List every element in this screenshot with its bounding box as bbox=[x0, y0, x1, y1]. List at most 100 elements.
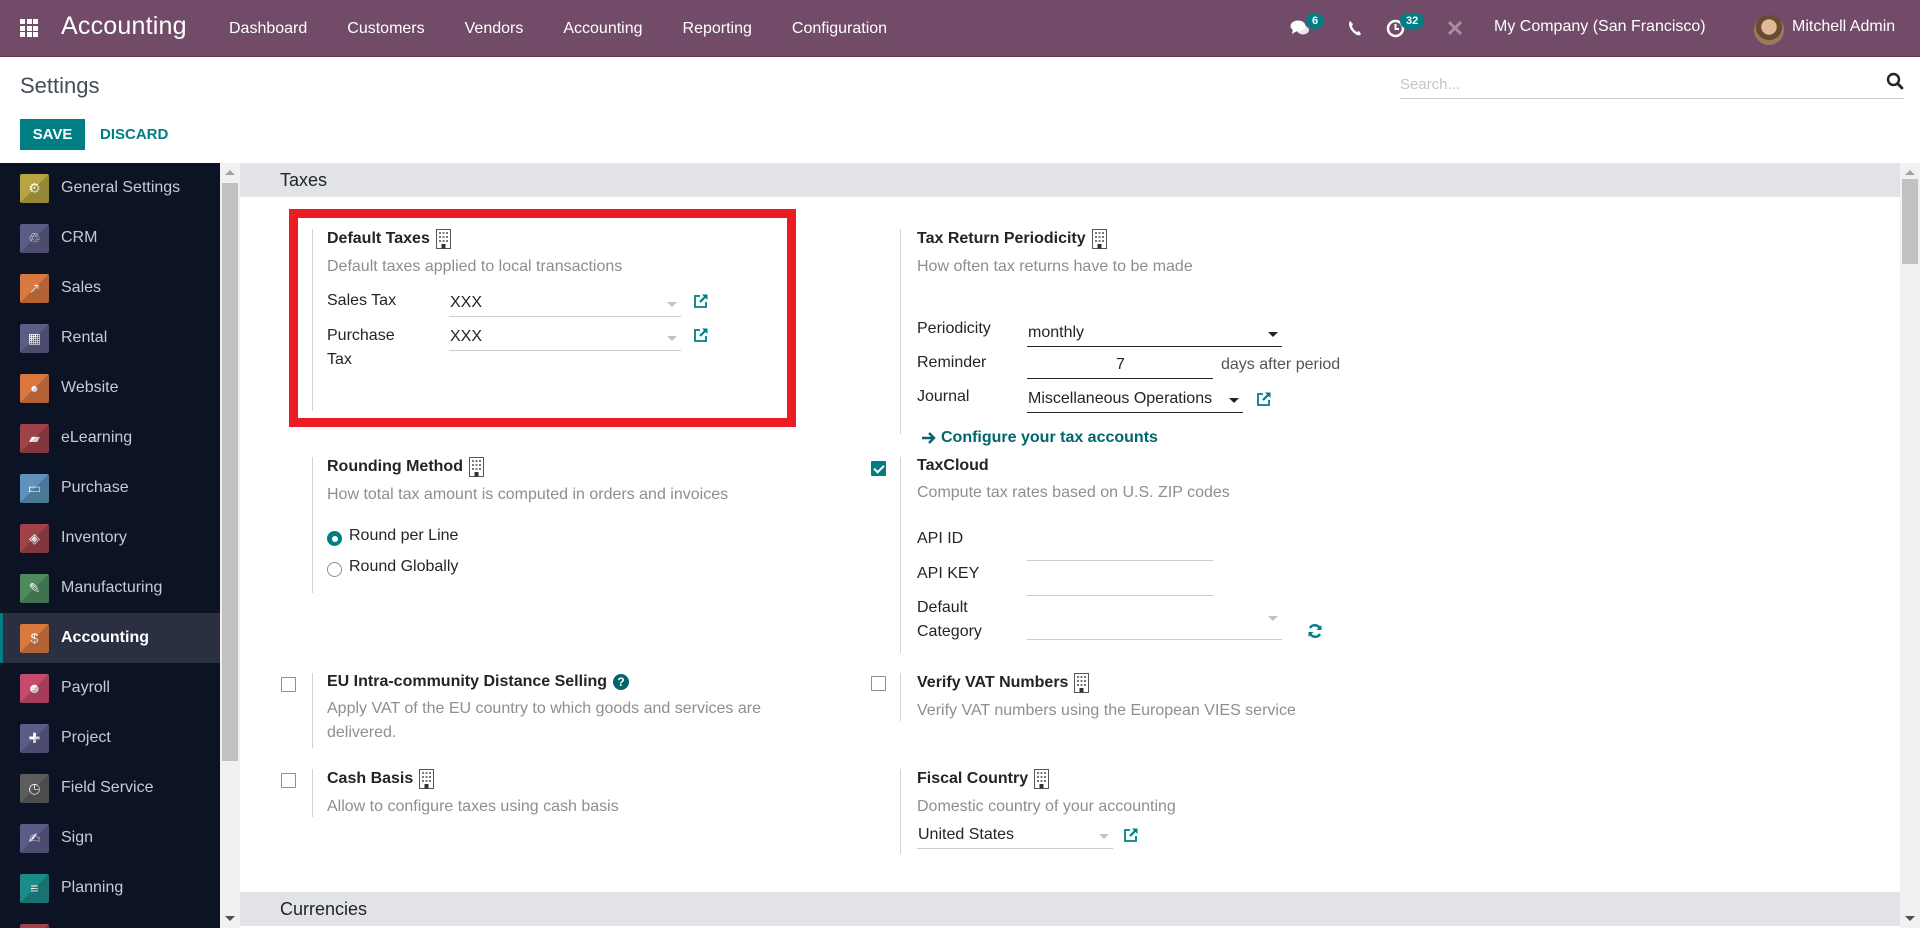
help-question-icon[interactable]: ? bbox=[613, 674, 630, 690]
rounding-title: Rounding Method bbox=[327, 458, 463, 475]
phone-icon[interactable] bbox=[1348, 20, 1362, 36]
content-scrollbar[interactable] bbox=[1900, 163, 1920, 928]
cash-basis-desc: Allow to configure taxes using cash basi… bbox=[327, 798, 619, 815]
setting-tax-return-periodicity: Tax Return Periodicity How often tax ret… bbox=[900, 229, 1460, 446]
menu-customers[interactable]: Customers bbox=[347, 20, 424, 38]
sidebar-item-accounting[interactable]: $ Accounting bbox=[0, 613, 220, 663]
search-icon[interactable] bbox=[1886, 72, 1904, 90]
company-building-icon bbox=[435, 229, 451, 249]
company-switcher[interactable]: My Company (San Francisco) bbox=[1494, 18, 1706, 36]
round-globally-label[interactable]: Round Globally bbox=[349, 558, 458, 576]
setting-cash-basis: Cash Basis Allow to configure taxes usin… bbox=[312, 769, 772, 817]
company-building-icon bbox=[468, 457, 484, 477]
sidebar-item-crm[interactable]: ♲ CRM bbox=[0, 213, 220, 263]
debug-tools-icon[interactable] bbox=[1447, 20, 1463, 36]
round-per-line-label[interactable]: Round per Line bbox=[349, 527, 458, 545]
messages-badge: 6 bbox=[1306, 13, 1325, 29]
external-link-icon[interactable] bbox=[693, 293, 709, 309]
reminder-input[interactable]: 7 bbox=[1027, 353, 1213, 379]
payroll-icon: ☻ bbox=[20, 673, 49, 703]
menu-accounting[interactable]: Accounting bbox=[563, 20, 642, 38]
menu-vendors[interactable]: Vendors bbox=[465, 20, 524, 38]
external-link-icon[interactable] bbox=[693, 327, 709, 343]
settings-search bbox=[1400, 70, 1904, 99]
verify-vat-checkbox[interactable] bbox=[871, 676, 886, 691]
purchase-tax-select[interactable]: XXX bbox=[449, 325, 681, 351]
setting-default-taxes: Default Taxes Default taxes applied to l… bbox=[312, 229, 772, 411]
search-input[interactable] bbox=[1400, 70, 1860, 98]
sidebar-item-field-service[interactable]: ◷ Field Service bbox=[0, 763, 220, 813]
apps-menu-icon[interactable] bbox=[20, 19, 38, 37]
default-taxes-title: Default Taxes bbox=[327, 230, 430, 247]
sidebar-item-inventory[interactable]: ◈ Inventory bbox=[0, 513, 220, 563]
chevron-down-icon bbox=[667, 336, 677, 341]
save-button[interactable]: SAVE bbox=[20, 119, 85, 150]
chevron-down-icon bbox=[1268, 332, 1278, 337]
scroll-down-arrow[interactable] bbox=[225, 916, 235, 921]
company-building-icon bbox=[1091, 229, 1107, 249]
purchase-tax-value: XXX bbox=[450, 328, 483, 345]
scroll-thumb[interactable] bbox=[1902, 179, 1918, 264]
radio-round-globally[interactable] bbox=[327, 562, 342, 577]
scroll-thumb[interactable] bbox=[222, 183, 238, 761]
sidebar-item-rental[interactable]: ▦ Rental bbox=[0, 313, 220, 363]
sidebar-item-purchase[interactable]: ▭ Purchase bbox=[0, 463, 220, 513]
reminder-suffix: days after period bbox=[1221, 356, 1341, 373]
tax-return-desc: How often tax returns have to be made bbox=[917, 258, 1193, 275]
sidebar-item-planning[interactable]: ≡ Planning bbox=[0, 863, 220, 913]
scroll-up-arrow[interactable] bbox=[1905, 170, 1915, 175]
reminder-value: 7 bbox=[1116, 356, 1125, 373]
fiscal-country-title: Fiscal Country bbox=[917, 770, 1029, 787]
refresh-icon[interactable] bbox=[1307, 623, 1323, 639]
sidebar-item-sales[interactable]: ↗ Sales bbox=[0, 263, 220, 313]
setting-fiscal-country: Fiscal Country Domestic country of your … bbox=[900, 769, 1460, 854]
external-link-icon[interactable] bbox=[1256, 391, 1272, 407]
sales-tax-select[interactable]: XXX bbox=[449, 291, 681, 317]
discard-button[interactable]: DISCARD bbox=[100, 119, 168, 150]
api-id-input[interactable] bbox=[1027, 535, 1213, 561]
user-menu[interactable]: Mitchell Admin bbox=[1792, 18, 1895, 36]
sidebar-item-label: Sign bbox=[61, 829, 94, 846]
sidebar-item-more[interactable] bbox=[0, 913, 220, 928]
sidebar-item-project[interactable]: ✚ Project bbox=[0, 713, 220, 763]
eu-distance-desc: Apply VAT of the EU country to which goo… bbox=[327, 700, 761, 741]
sidebar-scrollbar[interactable] bbox=[220, 163, 240, 928]
sidebar-item-sign[interactable]: ✍ Sign bbox=[0, 813, 220, 863]
sidebar-item-label: eLearning bbox=[61, 429, 133, 446]
api-key-input[interactable] bbox=[1027, 570, 1213, 596]
fiscal-country-desc: Domestic country of your accounting bbox=[917, 798, 1176, 815]
sidebar-item-elearning[interactable]: ▰ eLearning bbox=[0, 413, 220, 463]
menu-configuration[interactable]: Configuration bbox=[792, 20, 887, 38]
taxcloud-checkbox[interactable] bbox=[871, 461, 886, 476]
default-category-select[interactable] bbox=[1027, 614, 1282, 640]
verify-vat-desc: Verify VAT numbers using the European VI… bbox=[917, 702, 1296, 719]
fiscal-country-value: United States bbox=[918, 826, 1015, 843]
eu-distance-selling-checkbox[interactable] bbox=[281, 677, 296, 692]
user-avatar[interactable] bbox=[1754, 15, 1784, 45]
app-icon bbox=[20, 923, 49, 928]
radio-round-per-line[interactable] bbox=[327, 531, 342, 546]
presentation-icon: ▰ bbox=[20, 423, 49, 453]
menu-dashboard[interactable]: Dashboard bbox=[229, 20, 307, 38]
configure-tax-accounts-link[interactable]: Configure your tax accounts bbox=[921, 429, 1158, 447]
field-service-icon: ◷ bbox=[20, 773, 49, 803]
fiscal-country-select[interactable]: United States bbox=[917, 823, 1113, 849]
scroll-down-arrow[interactable] bbox=[1905, 916, 1915, 921]
external-link-icon[interactable] bbox=[1123, 827, 1139, 843]
periodicity-value: monthly bbox=[1028, 324, 1085, 341]
planning-icon: ≡ bbox=[20, 873, 49, 903]
sidebar-item-label: CRM bbox=[61, 229, 98, 246]
company-building-icon bbox=[419, 769, 435, 789]
sidebar-item-website[interactable]: ● Website bbox=[0, 363, 220, 413]
sidebar-item-manufacturing[interactable]: ✎ Manufacturing bbox=[0, 563, 220, 613]
app-brand[interactable]: Accounting bbox=[61, 12, 187, 41]
sidebar-item-general-settings[interactable]: ⚙ General Settings bbox=[0, 163, 220, 213]
cash-basis-checkbox[interactable] bbox=[281, 773, 296, 788]
sidebar-item-payroll[interactable]: ☻ Payroll bbox=[0, 663, 220, 713]
menu-reporting[interactable]: Reporting bbox=[683, 20, 752, 38]
top-navbar: Accounting Dashboard Customers Vendors A… bbox=[0, 0, 1920, 57]
sidebar-item-label: Payroll bbox=[61, 679, 110, 696]
journal-select[interactable]: Miscellaneous Operations bbox=[1027, 387, 1243, 413]
scroll-up-arrow[interactable] bbox=[225, 170, 235, 175]
periodicity-select[interactable]: monthly bbox=[1027, 321, 1282, 347]
